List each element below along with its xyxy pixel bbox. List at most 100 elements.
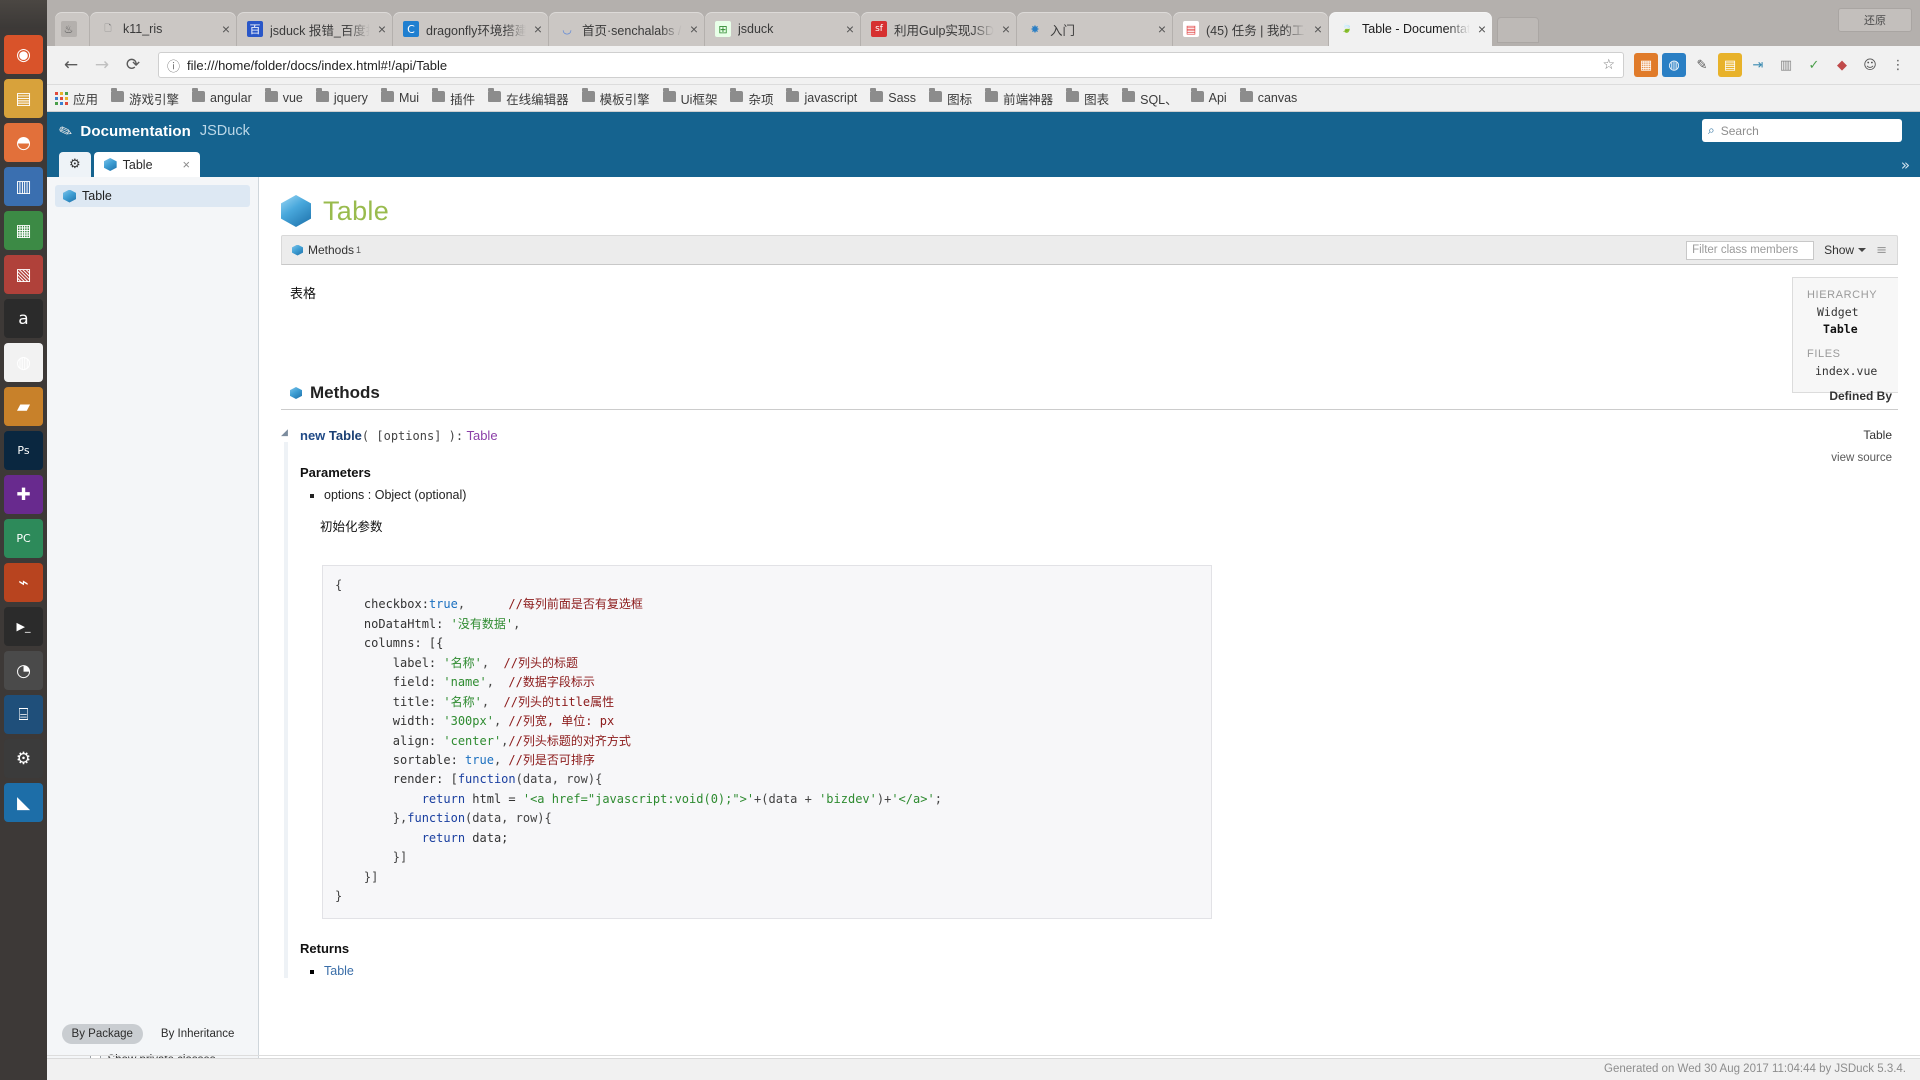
bookmark-item-5[interactable]: Mui <box>380 88 419 105</box>
bookmark-item-10[interactable]: 杂项 <box>730 88 773 108</box>
browser-tab-6[interactable]: sf 利用Gulp实现JSDoc × <box>861 12 1016 46</box>
vscode-icon[interactable]: ◣ <box>4 783 43 822</box>
tab-close-icon[interactable]: × <box>1314 22 1322 36</box>
by-inheritance-button[interactable]: By Inheritance <box>151 1024 245 1044</box>
browser-tab-4[interactable]: ◡ 首页·senchalabs / jsd × <box>549 12 704 46</box>
reload-button[interactable]: ⟳ <box>119 51 147 79</box>
grouping-toggle[interactable]: By Package By Inheritance <box>47 1024 259 1044</box>
photoshop-icon[interactable]: Ps <box>4 431 43 470</box>
sublime-text-icon[interactable]: ▰ <box>4 387 43 426</box>
bookmark-item-9[interactable]: Ui框架 <box>662 88 717 108</box>
window-restore-button[interactable]: 还原 <box>1838 8 1912 32</box>
tab-close-icon[interactable]: × <box>1478 22 1486 36</box>
forward-button[interactable]: → <box>88 51 116 79</box>
browser-tab-2[interactable]: 百 jsduck 报错_百度搜索 × <box>237 12 392 46</box>
chrome-icon[interactable]: ◍ <box>4 343 43 382</box>
extension-green-icon[interactable]: ✓ <box>1802 53 1826 77</box>
browser-tab-8[interactable]: ▤ (45) 任务 | 我的工作台 × <box>1173 12 1328 46</box>
chrome-menu-icon[interactable]: ⋮ <box>1886 53 1910 77</box>
webstorm-icon[interactable]: ⌸ <box>4 695 43 734</box>
sidebar[interactable]: Table By Package By Inheritance Show pri… <box>47 177 259 1080</box>
address-bar[interactable]: ⓘ file:///home/folder/docs/index.html#!/… <box>158 52 1624 78</box>
browser-tab-0[interactable]: ♨ <box>55 12 89 46</box>
files-icon[interactable]: ▤ <box>4 79 43 118</box>
tabs-expand-icon[interactable]: » <box>1901 156 1910 174</box>
browser-tab-1[interactable]: 🗋 k11_ris × <box>90 12 236 46</box>
tab-close-icon[interactable]: × <box>846 22 854 36</box>
bookmark-item-0[interactable]: 应用 <box>55 89 98 108</box>
libreoffice-writer-icon[interactable]: ▥ <box>4 167 43 206</box>
method-signature[interactable]: new Table( [options] ): Table <box>300 428 1898 443</box>
gimp-icon[interactable]: ◔ <box>4 651 43 690</box>
chrome-tabstrip[interactable]: ♨🗋k11_ris×百jsduck 报错_百度搜索×Cdragonfly环境搭建… <box>47 0 1920 46</box>
libreoffice-impress-icon[interactable]: ▧ <box>4 255 43 294</box>
bookmark-item-7[interactable]: 在线编辑器 <box>488 88 569 108</box>
profile-avatar-icon[interactable]: ☺ <box>1858 53 1882 77</box>
extension-teal-icon[interactable]: ⇥ <box>1746 53 1770 77</box>
eyedropper-icon[interactable]: ✎ <box>1690 53 1714 77</box>
filter-class-members-input[interactable]: Filter class members <box>1686 240 1815 260</box>
tab-close-icon[interactable]: × <box>222 22 230 36</box>
extension-blue-icon[interactable]: ◍ <box>1662 53 1686 77</box>
member-toolbar[interactable]: Methods 1 Filter class members Show ≡ <box>281 235 1898 265</box>
tab-close-icon[interactable]: × <box>1002 22 1010 36</box>
settings-icon[interactable]: ⚙ <box>4 739 43 778</box>
site-info-icon[interactable]: ⓘ <box>167 56 180 75</box>
bookmark-star-icon[interactable]: ☆ <box>1602 57 1615 73</box>
extension-grey-icon[interactable]: ▥ <box>1774 53 1798 77</box>
tab-close-icon[interactable]: × <box>534 22 542 36</box>
os-launcher[interactable]: ◉ ▤ ◓ ▥ ▦ ▧ a ◍ ▰ Ps ✚ PC ⌁ ▶_ ◔ ⌸ ⚙ ◣ <box>0 28 47 1080</box>
show-dropdown-button[interactable]: Show <box>1824 243 1867 257</box>
firefox-icon[interactable]: ◓ <box>4 123 43 162</box>
bookmark-item-14[interactable]: 前端神器 <box>985 88 1053 108</box>
bookmark-item-16[interactable]: SQL、 <box>1122 88 1178 108</box>
bookmark-item-11[interactable]: javascript <box>786 88 857 105</box>
bookmark-item-13[interactable]: 图标 <box>929 88 972 108</box>
jsduck-tabbar[interactable]: ⚙ Table × » <box>47 150 1920 177</box>
chrome-toolbar[interactable]: ← → ⟳ ⓘ file:///home/folder/docs/index.h… <box>47 46 1920 85</box>
tab-close-icon[interactable]: × <box>690 22 698 36</box>
bookmark-item-12[interactable]: Sass <box>870 88 916 105</box>
browser-tab-5[interactable]: ⊞ jsduck × <box>705 12 860 46</box>
extension-red-icon[interactable]: ◆ <box>1830 53 1854 77</box>
returns-type-link[interactable]: Table <box>324 964 354 978</box>
extension-orange-icon[interactable]: ▦ <box>1634 53 1658 77</box>
tab-close-icon[interactable]: × <box>183 157 191 172</box>
tab-close-icon[interactable]: × <box>378 22 386 36</box>
expand-icon[interactable]: ◢ <box>281 428 292 439</box>
tab-settings[interactable]: ⚙ <box>59 152 91 177</box>
file-item-index-vue[interactable]: index.vue <box>1807 363 1898 380</box>
bookmark-item-3[interactable]: vue <box>264 88 303 105</box>
new-tab-button[interactable] <box>1497 17 1539 43</box>
bookmarks-bar[interactable]: 应用 游戏引擎 angular vue jquery Mui 插件 在线编辑器 模板引擎 Ui框架… <box>47 85 1920 112</box>
bookmark-item-6[interactable]: 插件 <box>432 88 475 108</box>
back-button[interactable]: ← <box>57 51 85 79</box>
xmind-icon[interactable]: ⌁ <box>4 563 43 602</box>
by-package-button[interactable]: By Package <box>61 1024 143 1044</box>
extension-yellow-icon[interactable]: ▤ <box>1718 53 1742 77</box>
tab-table[interactable]: Table × <box>93 152 201 177</box>
list-icon[interactable]: ≡ <box>1876 243 1887 258</box>
browser-tab-9[interactable]: 🍃 Table - Documentation × <box>1329 12 1492 46</box>
bookmark-item-17[interactable]: Api <box>1190 88 1227 105</box>
ubuntu-dash-icon[interactable]: ◉ <box>4 35 43 74</box>
amazon-icon[interactable]: a <box>4 299 43 338</box>
bookmark-item-18[interactable]: canvas <box>1239 88 1297 105</box>
method-entry-new-table[interactable]: ◢ new Table( [options] ): Table Table vi… <box>281 414 1898 979</box>
bookmark-item-1[interactable]: 游戏引擎 <box>111 88 179 108</box>
visual-studio-icon[interactable]: ✚ <box>4 475 43 514</box>
methods-counter[interactable]: Methods 1 <box>292 243 361 257</box>
terminal-icon[interactable]: ▶_ <box>4 607 43 646</box>
bookmark-item-4[interactable]: jquery <box>315 88 368 105</box>
bookmark-item-2[interactable]: angular <box>192 88 252 105</box>
tab-close-icon[interactable]: × <box>1158 22 1166 36</box>
method-return-type[interactable]: Table <box>466 428 497 443</box>
browser-tab-7[interactable]: ✸ 入门 × <box>1017 12 1172 46</box>
bookmark-item-15[interactable]: 图表 <box>1066 88 1109 108</box>
address-bar-url[interactable]: file:///home/folder/docs/index.html#!/ap… <box>187 58 1602 73</box>
view-source-link[interactable]: view source <box>1831 452 1892 464</box>
search-input[interactable]: ⌕ Search <box>1702 119 1902 142</box>
libreoffice-calc-icon[interactable]: ▦ <box>4 211 43 250</box>
pycharm-icon[interactable]: PC <box>4 519 43 558</box>
bookmark-item-8[interactable]: 模板引擎 <box>581 88 650 108</box>
